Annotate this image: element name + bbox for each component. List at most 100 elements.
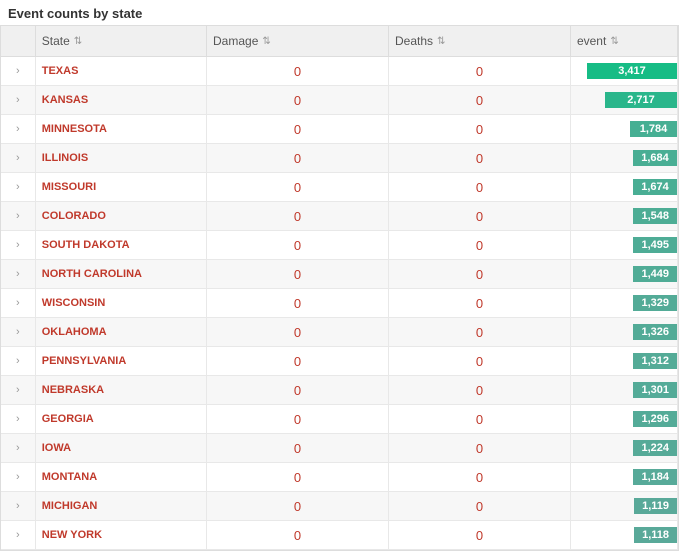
deaths-cell: 0 <box>388 202 570 231</box>
damage-cell: 0 <box>207 173 389 202</box>
expand-cell[interactable]: › <box>1 86 35 115</box>
damage-cell: 0 <box>207 260 389 289</box>
state-cell: GEORGIA <box>35 405 206 434</box>
damage-cell: 0 <box>207 289 389 318</box>
event-value: 1,326 <box>633 324 677 340</box>
damage-cell: 0 <box>207 347 389 376</box>
deaths-cell: 0 <box>388 115 570 144</box>
event-value: 1,674 <box>633 179 677 195</box>
expand-cell[interactable]: › <box>1 463 35 492</box>
deaths-sort-icon[interactable]: ⇅ <box>437 36 445 47</box>
deaths-cell: 0 <box>388 376 570 405</box>
expand-cell[interactable]: › <box>1 376 35 405</box>
state-cell: NEBRASKA <box>35 376 206 405</box>
deaths-cell: 0 <box>388 86 570 115</box>
expand-cell[interactable]: › <box>1 231 35 260</box>
state-sort-icon[interactable]: ⇅ <box>74 36 82 47</box>
event-value: 1,296 <box>633 411 677 427</box>
table-header-row: State ⇅ Damage ⇅ Deaths ⇅ <box>1 26 678 57</box>
expand-cell[interactable]: › <box>1 173 35 202</box>
state-cell: COLORADO <box>35 202 206 231</box>
table-row[interactable]: ›IOWA001,224 <box>1 434 678 463</box>
deaths-cell: 0 <box>388 260 570 289</box>
event-cell: 1,329 <box>570 289 677 318</box>
state-cell: NORTH CAROLINA <box>35 260 206 289</box>
event-cell: 1,674 <box>570 173 677 202</box>
table-container: State ⇅ Damage ⇅ Deaths ⇅ <box>0 25 679 551</box>
event-value: 1,784 <box>630 121 677 137</box>
table-row[interactable]: ›NEBRASKA001,301 <box>1 376 678 405</box>
deaths-col-header[interactable]: Deaths ⇅ <box>388 26 570 57</box>
event-cell: 1,684 <box>570 144 677 173</box>
state-cell: SOUTH DAKOTA <box>35 231 206 260</box>
state-col-header[interactable]: State ⇅ <box>35 26 206 57</box>
expand-col-header <box>1 26 35 57</box>
table-row[interactable]: ›MONTANA001,184 <box>1 463 678 492</box>
expand-cell[interactable]: › <box>1 202 35 231</box>
table-row[interactable]: ›NORTH CAROLINA001,449 <box>1 260 678 289</box>
table-row[interactable]: ›GEORGIA001,296 <box>1 405 678 434</box>
widget-title: Event counts by state <box>0 0 679 25</box>
event-cell: 1,184 <box>570 463 677 492</box>
event-value: 1,301 <box>633 382 677 398</box>
damage-sort-icon[interactable]: ⇅ <box>262 36 270 47</box>
expand-cell[interactable]: › <box>1 289 35 318</box>
data-table: State ⇅ Damage ⇅ Deaths ⇅ <box>1 26 678 550</box>
event-cell: 1,224 <box>570 434 677 463</box>
expand-cell[interactable]: › <box>1 318 35 347</box>
table-row[interactable]: ›MICHIGAN001,119 <box>1 492 678 521</box>
damage-cell: 0 <box>207 492 389 521</box>
table-row[interactable]: ›NEW YORK001,118 <box>1 521 678 550</box>
table-row[interactable]: ›KANSAS002,717 <box>1 86 678 115</box>
deaths-cell: 0 <box>388 492 570 521</box>
event-value: 2,717 <box>605 92 677 108</box>
table-row[interactable]: ›MINNESOTA001,784 <box>1 115 678 144</box>
table-row[interactable]: ›OKLAHOMA001,326 <box>1 318 678 347</box>
state-cell: OKLAHOMA <box>35 318 206 347</box>
expand-cell[interactable]: › <box>1 434 35 463</box>
event-cell: 1,119 <box>570 492 677 521</box>
table-row[interactable]: ›ILLINOIS001,684 <box>1 144 678 173</box>
event-value: 1,449 <box>633 266 677 282</box>
expand-cell[interactable]: › <box>1 492 35 521</box>
expand-cell[interactable]: › <box>1 347 35 376</box>
state-cell: IOWA <box>35 434 206 463</box>
damage-cell: 0 <box>207 405 389 434</box>
event-cell: 2,717 <box>570 86 677 115</box>
expand-cell[interactable]: › <box>1 144 35 173</box>
event-value: 1,118 <box>634 527 677 543</box>
state-cell: WISCONSIN <box>35 289 206 318</box>
deaths-cell: 0 <box>388 318 570 347</box>
event-cell: 1,296 <box>570 405 677 434</box>
table-row[interactable]: ›PENNSYLVANIA001,312 <box>1 347 678 376</box>
event-cell: 1,301 <box>570 376 677 405</box>
damage-cell: 0 <box>207 144 389 173</box>
table-row[interactable]: ›COLORADO001,548 <box>1 202 678 231</box>
state-cell: ILLINOIS <box>35 144 206 173</box>
damage-cell: 0 <box>207 521 389 550</box>
deaths-cell: 0 <box>388 289 570 318</box>
expand-cell[interactable]: › <box>1 521 35 550</box>
expand-cell[interactable]: › <box>1 115 35 144</box>
table-row[interactable]: ›SOUTH DAKOTA001,495 <box>1 231 678 260</box>
table-body: ›TEXAS003,417›KANSAS002,717›MINNESOTA001… <box>1 57 678 550</box>
deaths-cell: 0 <box>388 231 570 260</box>
event-col-header[interactable]: event ⇅ <box>570 26 677 57</box>
table-row[interactable]: ›MISSOURI001,674 <box>1 173 678 202</box>
expand-cell[interactable]: › <box>1 405 35 434</box>
event-cell: 1,326 <box>570 318 677 347</box>
state-cell: NEW YORK <box>35 521 206 550</box>
event-cell: 1,118 <box>570 521 677 550</box>
table-row[interactable]: ›WISCONSIN001,329 <box>1 289 678 318</box>
damage-col-header[interactable]: Damage ⇅ <box>207 26 389 57</box>
state-cell: MISSOURI <box>35 173 206 202</box>
expand-cell[interactable]: › <box>1 57 35 86</box>
damage-cell: 0 <box>207 318 389 347</box>
deaths-cell: 0 <box>388 347 570 376</box>
table-row[interactable]: ›TEXAS003,417 <box>1 57 678 86</box>
event-sort-icon[interactable]: ⇅ <box>610 36 618 47</box>
expand-cell[interactable]: › <box>1 260 35 289</box>
damage-cell: 0 <box>207 86 389 115</box>
deaths-cell: 0 <box>388 57 570 86</box>
damage-cell: 0 <box>207 57 389 86</box>
